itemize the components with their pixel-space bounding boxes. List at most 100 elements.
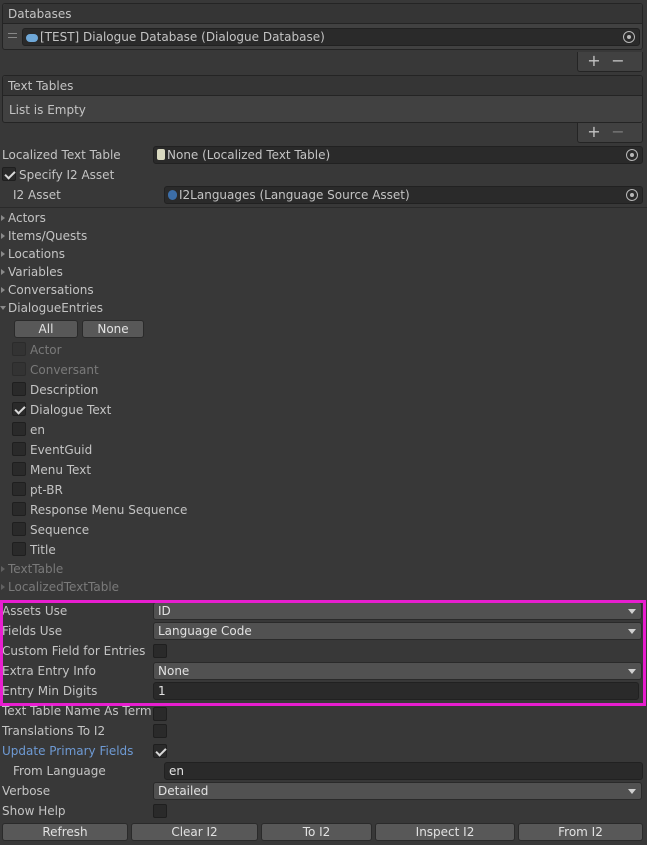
fields-use-value: Language Code (158, 624, 252, 638)
localized-text-table-value: None (Localized Text Table) (167, 148, 331, 162)
entry-field-label: Conversant (30, 363, 99, 377)
entry-field-checkbox[interactable] (12, 502, 26, 516)
entry-field-checkbox[interactable] (12, 482, 26, 496)
remove-database-button[interactable]: − (610, 52, 626, 70)
show-help-checkbox[interactable] (153, 804, 167, 818)
list-empty-text: List is Empty (9, 103, 86, 117)
foldout-conversations[interactable]: Conversations (8, 281, 94, 299)
update-primary-fields-label: Update Primary Fields (2, 744, 134, 758)
entry-min-digits-label: Entry Min Digits (2, 684, 98, 698)
refresh-button[interactable]: Refresh (2, 823, 128, 841)
foldout-text-table[interactable]: TextTable (8, 560, 63, 578)
object-picker-icon[interactable] (626, 189, 638, 201)
chevron-down-icon (628, 629, 636, 634)
foldout-actors[interactable]: Actors (8, 209, 46, 227)
select-all-button[interactable]: All (14, 320, 78, 338)
fields-use-label: Fields Use (2, 624, 63, 638)
text-tables-footer: + − (577, 123, 643, 143)
foldout-arrow-icon[interactable] (1, 269, 5, 275)
i2-asset-field[interactable]: I2Languages (Language Source Asset) (164, 186, 643, 204)
entry-field-label: Menu Text (30, 463, 92, 477)
foldout-arrow-icon[interactable] (1, 251, 5, 257)
translations-to-i2-checkbox[interactable] (153, 724, 167, 738)
verbose-dropdown[interactable]: Detailed (153, 782, 642, 800)
extra-entry-info-label: Extra Entry Info (2, 664, 96, 678)
foldout-dialogue-entries[interactable]: DialogueEntries (8, 299, 103, 317)
entry-field-checkbox[interactable] (12, 342, 26, 356)
foldout-arrow-open-icon[interactable] (0, 306, 6, 310)
entry-field-label: Title (30, 543, 56, 557)
text-tables-list: Text Tables List is Empty (2, 75, 643, 123)
from-language-input[interactable]: en (164, 762, 643, 780)
add-text-table-button[interactable]: + (586, 123, 602, 141)
entry-field-checkbox[interactable] (12, 422, 26, 436)
specify-i2-asset-label: Specify I2 Asset (19, 168, 115, 182)
text-table-name-as-term-checkbox[interactable] (153, 707, 167, 721)
translations-to-i2-label: Translations To I2 (2, 724, 106, 738)
extra-entry-info-dropdown[interactable]: None (153, 662, 642, 680)
custom-field-for-entries-checkbox[interactable] (153, 644, 167, 658)
foldout-arrow-icon[interactable] (1, 584, 5, 590)
verbose-label: Verbose (2, 784, 51, 798)
localized-text-table-field[interactable]: None (Localized Text Table) (153, 146, 643, 164)
object-picker-icon[interactable] (623, 31, 635, 43)
entry-field-checkbox[interactable] (12, 522, 26, 536)
select-none-button[interactable]: None (82, 320, 144, 338)
clear-i2-button[interactable]: Clear I2 (131, 823, 258, 841)
foldout-items-quests[interactable]: Items/Quests (8, 227, 87, 245)
entry-field-checkbox[interactable] (12, 462, 26, 476)
entry-field-label: EventGuid (30, 443, 93, 457)
foldout-variables[interactable]: Variables (8, 263, 63, 281)
entry-field-label: en (30, 423, 45, 437)
foldout-arrow-icon[interactable] (1, 287, 5, 293)
localized-text-table-label: Localized Text Table (2, 148, 121, 162)
i2-asset-label: I2 Asset (13, 188, 61, 202)
entry-field-checkbox[interactable] (12, 542, 26, 556)
foldout-arrow-icon[interactable] (1, 566, 5, 572)
entry-field-label: pt-BR (30, 483, 63, 497)
verbose-value: Detailed (158, 784, 209, 798)
remove-text-table-button[interactable]: − (610, 123, 626, 141)
entry-field-label: Actor (30, 343, 62, 357)
show-help-label: Show Help (2, 804, 66, 818)
entry-field-checkbox[interactable] (12, 442, 26, 456)
i2-asset-value: I2Languages (Language Source Asset) (179, 188, 410, 202)
language-source-icon (168, 190, 177, 200)
assets-use-label: Assets Use (2, 604, 68, 618)
entry-field-label: Description (30, 383, 99, 397)
entry-field-checkbox[interactable] (12, 402, 26, 416)
add-database-button[interactable]: + (586, 52, 602, 70)
from-language-label: From Language (13, 764, 106, 778)
entry-min-digits-input[interactable]: 1 (153, 682, 639, 700)
extra-entry-info-value: None (158, 664, 190, 678)
text-tables-header: Text Tables (3, 76, 642, 96)
text-table-name-as-term-label: Text Table Name As Term (2, 704, 152, 718)
chevron-down-icon (628, 789, 636, 794)
foldout-locations[interactable]: Locations (8, 245, 65, 263)
drag-handle-icon[interactable] (8, 33, 17, 38)
assets-use-value: ID (158, 604, 171, 618)
entry-field-label: Dialogue Text (30, 403, 112, 417)
to-i2-button[interactable]: To I2 (261, 823, 372, 841)
custom-field-for-entries-label: Custom Field for Entries (2, 644, 146, 658)
update-primary-fields-checkbox[interactable] (153, 744, 167, 758)
from-i2-button[interactable]: From I2 (518, 823, 643, 841)
assets-use-dropdown[interactable]: ID (153, 602, 642, 620)
database-item[interactable]: [TEST] Dialogue Database (Dialogue Datab… (3, 25, 642, 49)
fields-use-dropdown[interactable]: Language Code (153, 622, 642, 640)
database-field[interactable]: [TEST] Dialogue Database (Dialogue Datab… (22, 28, 640, 46)
foldout-localized-text-table[interactable]: LocalizedTextTable (8, 578, 119, 596)
entry-field-checkbox[interactable] (12, 362, 26, 376)
chevron-down-icon (628, 609, 636, 614)
object-picker-icon[interactable] (626, 149, 638, 161)
specify-i2-asset-checkbox[interactable] (2, 167, 16, 181)
entry-field-checkbox[interactable] (12, 382, 26, 396)
chevron-down-icon (628, 669, 636, 674)
inspect-i2-button[interactable]: Inspect I2 (375, 823, 515, 841)
database-asset-icon (26, 34, 38, 42)
entry-field-label: Response Menu Sequence (30, 503, 188, 517)
databases-header: Databases (3, 4, 642, 24)
foldout-arrow-icon[interactable] (1, 215, 5, 221)
databases-list: Databases [TEST] Dialogue Database (Dial… (2, 3, 643, 50)
foldout-arrow-icon[interactable] (1, 233, 5, 239)
